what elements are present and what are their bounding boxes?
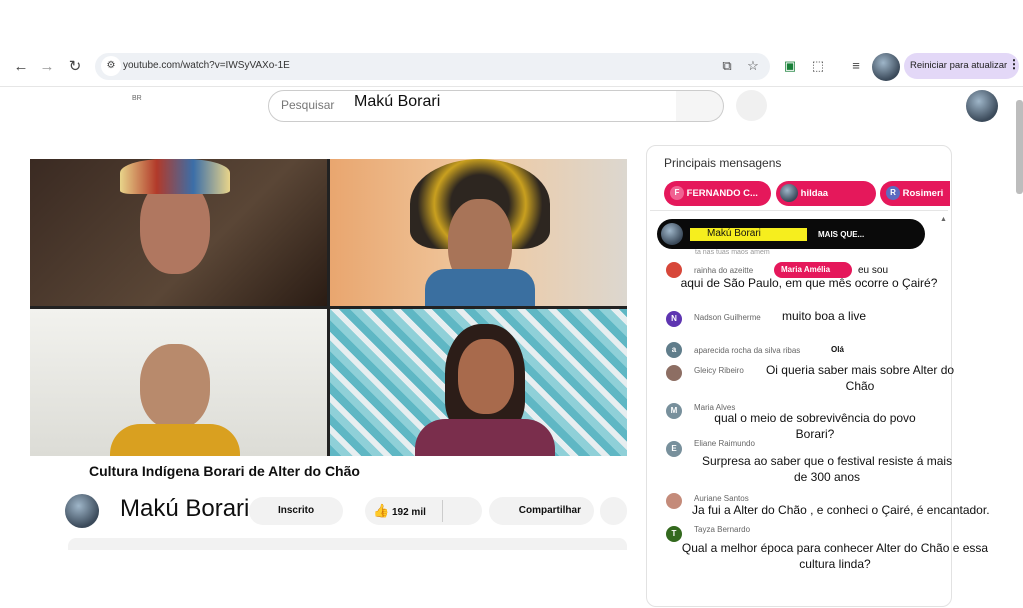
more-actions-button[interactable] — [600, 497, 627, 525]
reload-icon[interactable]: ↻ — [66, 58, 84, 76]
chat-avatar — [666, 493, 682, 509]
pinned-action[interactable]: MAIS QUE... — [818, 230, 864, 239]
extensions-puzzle-icon[interactable]: ⬚ — [808, 56, 828, 76]
video-title: Cultura Indígena Borari de Alter do Chão — [89, 463, 360, 479]
like-button[interactable]: 👍 192 mil — [365, 497, 482, 525]
share-label: Compartilhar — [518, 505, 581, 516]
chat-message: Surpresa ao saber que o festival resiste… — [701, 454, 953, 484]
chat-author: Auriane Santos — [694, 494, 749, 503]
share-button[interactable]: Compartilhar — [489, 497, 594, 525]
pinned-name: Makú Borari — [707, 228, 761, 239]
subscribe-button[interactable]: Inscrito — [249, 497, 343, 525]
donor-chip-2[interactable]: hildaa — [776, 181, 876, 206]
pinned-avatar — [661, 223, 683, 245]
participant-3 — [30, 309, 327, 456]
video-player[interactable] — [30, 159, 627, 456]
like-count: 192 mil — [391, 507, 426, 518]
chat-author: Tayza Bernardo — [694, 525, 751, 534]
chat-message: qual o meio de sobrevivência do povo Bor… — [714, 411, 916, 441]
search-placeholder: Pesquisar — [281, 98, 335, 112]
participant-4 — [330, 309, 627, 456]
country-code: BR — [132, 95, 142, 102]
browser-menu-icon[interactable]: ⋮ — [1008, 57, 1020, 71]
participant-2 — [330, 159, 627, 306]
chat-author: Gleicy Ribeiro — [694, 366, 744, 375]
like-divider — [442, 500, 443, 522]
chat-message: Ja fui a Alter do Chão , e conheci o Çai… — [692, 503, 990, 517]
chat-message: aqui de São Paulo, em que mês ocorre o Ç… — [680, 276, 938, 290]
forward-icon[interactable]: → — [38, 58, 56, 76]
channel-avatar[interactable] — [65, 494, 99, 528]
profile-avatar[interactable] — [872, 53, 900, 81]
chat-author: Eliane Raimundo — [694, 439, 755, 448]
chat-header[interactable]: Principais mensagens — [664, 156, 781, 170]
extension-icon[interactable]: ▣ — [780, 56, 800, 76]
voice-search-button[interactable] — [736, 90, 767, 121]
site-info-icon[interactable]: ⚙ — [101, 56, 121, 76]
chat-author: rainha do azeitte — [694, 266, 754, 275]
chat-message: muito boa a live — [782, 309, 867, 323]
chat-avatar: M — [666, 403, 682, 419]
chat-message: Oi queria saber mais sobre Alter do Chão — [765, 363, 955, 393]
description-box[interactable] — [68, 538, 627, 550]
partial-message: ta nas tuas maos amem — [695, 249, 770, 256]
donor-chip-1[interactable]: F FERNANDO C... — [664, 181, 771, 206]
participant-1 — [30, 159, 327, 306]
search-input[interactable]: Makú Borari — [354, 93, 440, 111]
channel-name[interactable]: Makú Borari — [120, 495, 249, 523]
chat-inline-text: Olá — [831, 345, 844, 354]
url-text[interactable]: youtube.com/watch?v=IWSyVAXo-1E — [123, 60, 290, 71]
donor-avatar — [780, 184, 798, 203]
page-scrollbar[interactable] — [1016, 100, 1023, 194]
account-avatar[interactable] — [966, 90, 998, 122]
scroll-up-icon[interactable]: ▲ — [940, 216, 947, 223]
thumbs-up-icon: 👍 — [373, 503, 390, 518]
media-controls-icon[interactable]: ≡ — [846, 56, 866, 76]
chat-avatar — [666, 365, 682, 381]
chat-author: Nadson Guilherme — [694, 313, 761, 322]
chat-author: aparecida rocha da silva ribas — [694, 346, 801, 355]
back-icon[interactable]: ← — [12, 58, 30, 76]
chat-avatar: a — [666, 342, 682, 358]
donor-chip-3[interactable]: R Rosimeri — [880, 181, 950, 206]
bookmark-star-icon[interactable]: ☆ — [743, 56, 763, 76]
chat-avatar: N — [666, 311, 682, 327]
browser-tab-strip — [0, 0, 1023, 48]
chat-avatar: E — [666, 441, 682, 457]
chat-message: Qual a melhor época para conhecer Alter … — [681, 541, 989, 571]
install-app-icon[interactable]: ⧉ — [717, 56, 737, 76]
search-button[interactable] — [676, 90, 724, 122]
chat-divider — [650, 210, 948, 211]
restart-label: Reiniciar para atualizar — [910, 60, 1008, 71]
